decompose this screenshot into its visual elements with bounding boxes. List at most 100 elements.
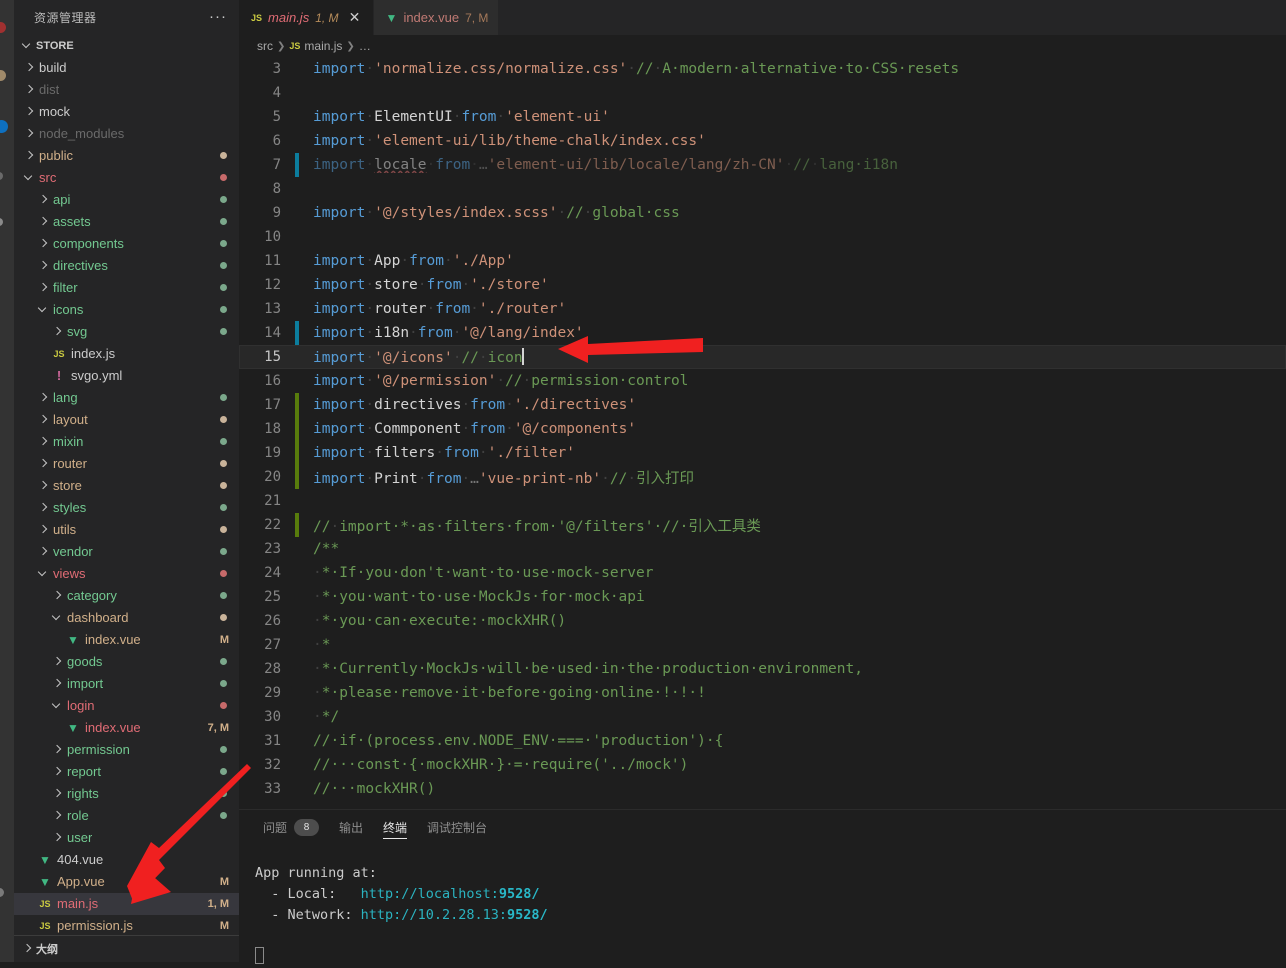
tree-item-goods[interactable]: goods (14, 651, 239, 673)
tree-item-category[interactable]: category (14, 585, 239, 607)
section-header-store[interactable]: STORE (14, 35, 239, 57)
tree-item-permission-js[interactable]: JS permission.js M (14, 915, 239, 935)
code-line-11[interactable]: 11 import·App·from·'./App' (239, 249, 1286, 273)
source-control-icon[interactable] (0, 120, 14, 140)
code-line-6[interactable]: 6 import·'element-ui/lib/theme-chalk/inde… (239, 129, 1286, 153)
tree-item-main-js[interactable]: JS main.js 1, M (14, 892, 239, 915)
tree-item-index-vue[interactable]: ▼ index.vue 7, M (14, 717, 239, 739)
panel-tab-终端[interactable]: 终端 (373, 810, 417, 845)
tree-item-mock[interactable]: mock (14, 101, 239, 123)
tree-item-icons[interactable]: icons (14, 299, 239, 321)
tree-item-filter[interactable]: filter (14, 277, 239, 299)
panel-tab-输出[interactable]: 输出 (329, 810, 373, 845)
code-line-33[interactable]: 33 //···mockXHR() (239, 777, 1286, 801)
tree-item-directives[interactable]: directives (14, 255, 239, 277)
code-line-8[interactable]: 8 (239, 177, 1286, 201)
tree-item-role[interactable]: role (14, 805, 239, 827)
tree-item-node-modules[interactable]: node_modules (14, 123, 239, 145)
tree-item-router[interactable]: router (14, 453, 239, 475)
tree-item-utils[interactable]: utils (14, 519, 239, 541)
code-line-4[interactable]: 4 (239, 81, 1286, 105)
terminal-local-url[interactable]: http://localhost: (361, 886, 499, 902)
code-line-30[interactable]: 30 ·*/ (239, 705, 1286, 729)
tree-item-import[interactable]: import (14, 673, 239, 695)
code-line-19[interactable]: 19 import·filters·from·'./filter' (239, 441, 1286, 465)
tree-item-404-vue[interactable]: ▼ 404.vue (14, 849, 239, 871)
tree-item-dashboard[interactable]: dashboard (14, 607, 239, 629)
code-editor[interactable]: 3 import·'normalize.css/normalize.css'·//… (239, 57, 1286, 809)
code-line-31[interactable]: 31 //·if·(process.env.NODE_ENV·===·'produ… (239, 729, 1286, 753)
tree-item-lang[interactable]: lang (14, 387, 239, 409)
outline-section-header[interactable]: 大纲 (14, 935, 239, 962)
vue-file-icon: ▼ (39, 852, 51, 867)
terminal-output[interactable]: App running at: - Local: http://localhos… (239, 845, 1286, 968)
explorer-icon[interactable] (0, 22, 14, 42)
code-line-7[interactable]: 7 import·locale·from·…'element-ui/lib/loc… (239, 153, 1286, 177)
code-line-32[interactable]: 32 //···const·{·mockXHR·}·=·require('../m… (239, 753, 1286, 777)
code-line-27[interactable]: 27 ·* (239, 633, 1286, 657)
code-line-15[interactable]: 15 import·'@/icons'·//·icon (239, 345, 1286, 369)
code-line-22[interactable]: 22 //·import·*·as·filters·from·'@/filters… (239, 513, 1286, 537)
tree-item-public[interactable]: public (14, 145, 239, 167)
search-icon[interactable] (0, 70, 14, 90)
breadcrumb-item-src[interactable]: src (257, 39, 273, 53)
panel-tab-问题[interactable]: 问题 8 (253, 810, 329, 845)
code-line-26[interactable]: 26 ·*·you·can·execute:·mockXHR() (239, 609, 1286, 633)
account-icon[interactable] (0, 888, 14, 908)
tree-item-build[interactable]: build (14, 57, 239, 79)
tree-item-user[interactable]: user (14, 827, 239, 849)
code-line-3[interactable]: 3 import·'normalize.css/normalize.css'·//… (239, 57, 1286, 81)
run-debug-icon[interactable] (0, 172, 14, 192)
more-actions-icon[interactable]: ··· (209, 9, 227, 24)
code-line-21[interactable]: 21 (239, 489, 1286, 513)
tree-item-svgo-yml[interactable]: ! svgo.yml (14, 365, 239, 387)
code-line-17[interactable]: 17 import·directives·from·'./directives' (239, 393, 1286, 417)
tree-item-permission[interactable]: permission (14, 739, 239, 761)
panel-tab-调试控制台[interactable]: 调试控制台 (417, 810, 497, 845)
tree-item-styles[interactable]: styles (14, 497, 239, 519)
code-line-12[interactable]: 12 import·store·from·'./store' (239, 273, 1286, 297)
code-line-14[interactable]: 14 import·i18n·from·'@/lang/index' (239, 321, 1286, 345)
tree-item-index-js[interactable]: JS index.js (14, 343, 239, 365)
tree-item-rights[interactable]: rights (14, 783, 239, 805)
file-tree[interactable]: build dist mock node_modules public src api ass… (14, 57, 239, 935)
tree-item-assets[interactable]: assets (14, 211, 239, 233)
tree-item-vendor[interactable]: vendor (14, 541, 239, 563)
code-line-28[interactable]: 28 ·*·Currently·MockJs·will·be·used·in·th… (239, 657, 1286, 681)
code-line-18[interactable]: 18 import·Commponent·from·'@/components' (239, 417, 1286, 441)
tree-item-index-vue[interactable]: ▼ index.vue M (14, 629, 239, 651)
breadcrumb-item--[interactable]: … (359, 39, 371, 53)
tree-item-store[interactable]: store (14, 475, 239, 497)
code-line-20[interactable]: 20 import·Print·from·…'vue-print-nb'·//·引… (239, 465, 1286, 489)
code-line-23[interactable]: 23 /** (239, 537, 1286, 561)
code-line-24[interactable]: 24 ·*·If·you·don't·want·to·use·mock-serve… (239, 561, 1286, 585)
tree-item-dist[interactable]: dist (14, 79, 239, 101)
tree-item-components[interactable]: components (14, 233, 239, 255)
code-line-9[interactable]: 9 import·'@/styles/index.scss'·//·global·… (239, 201, 1286, 225)
extensions-icon[interactable] (0, 218, 14, 238)
breadcrumb-item-main-js[interactable]: JS main.js (289, 39, 342, 53)
editor-tab-index-vue[interactable]: ▼ index.vue 7, M (373, 0, 500, 35)
tree-item-src[interactable]: src (14, 167, 239, 189)
editor-tab-main-js[interactable]: JS main.js 1, M ✕ (239, 0, 374, 35)
tree-item-report[interactable]: report (14, 761, 239, 783)
code-line-10[interactable]: 10 (239, 225, 1286, 249)
tree-item-mixin[interactable]: mixin (14, 431, 239, 453)
tree-item-label: login (67, 698, 95, 714)
code-line-13[interactable]: 13 import·router·from·'./router' (239, 297, 1286, 321)
code-line-25[interactable]: 25 ·*·you·want·to·use·MockJs·for·mock·api (239, 585, 1286, 609)
terminal-network-url[interactable]: http://10.2.28.13: (361, 907, 507, 923)
tree-item-layout[interactable]: layout (14, 409, 239, 431)
breadcrumb[interactable]: src ❯ JS main.js ❯… (239, 35, 1286, 57)
code-line-16[interactable]: 16 import·'@/permission'·//·permission·co… (239, 369, 1286, 393)
code-line-5[interactable]: 5 import·ElementUI·from·'element-ui' (239, 105, 1286, 129)
tree-item-login[interactable]: login (14, 695, 239, 717)
tree-item-svg[interactable]: svg (14, 321, 239, 343)
tree-item-views[interactable]: views (14, 563, 239, 585)
terminal-network-port[interactable]: 9528/ (507, 907, 548, 923)
terminal-local-port[interactable]: 9528/ (499, 886, 540, 902)
tree-item-app-vue[interactable]: ▼ App.vue M (14, 871, 239, 893)
close-icon[interactable]: ✕ (347, 9, 363, 26)
tree-item-api[interactable]: api (14, 189, 239, 211)
code-line-29[interactable]: 29 ·*·please·remove·it·before·going·onlin… (239, 681, 1286, 705)
